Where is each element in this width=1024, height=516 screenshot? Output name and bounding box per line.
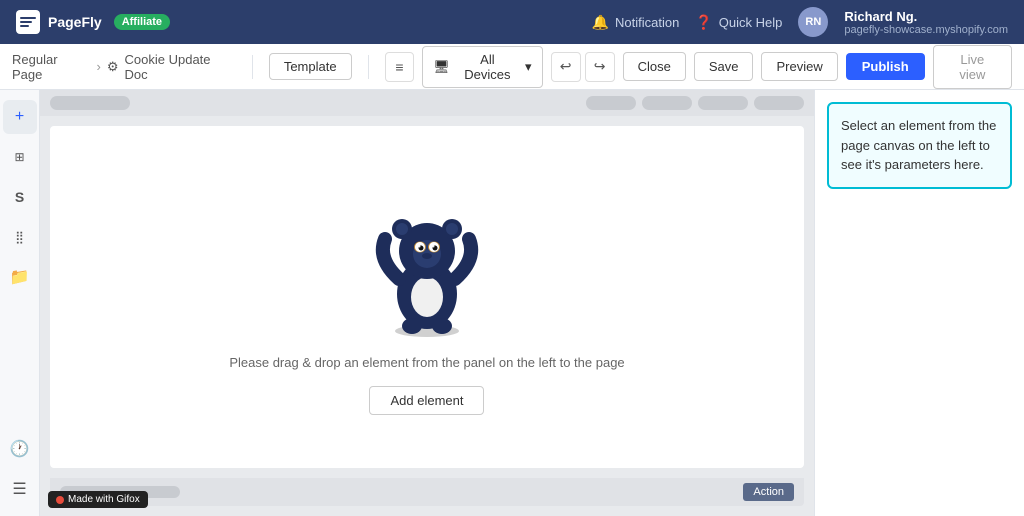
left-sidebar: + ⊞ S ⣿ 📁 🕐 ☰ xyxy=(0,90,40,516)
bell-icon: 🔔 xyxy=(592,14,609,31)
sidebar-item-apps[interactable]: ⣿ xyxy=(3,220,37,254)
redo-button[interactable]: ↪ xyxy=(585,52,615,82)
breadcrumb-separator: › xyxy=(97,59,101,74)
gifox-dot xyxy=(56,496,64,504)
canvas-content: Please drag & drop an element from the p… xyxy=(50,126,804,468)
nav-right: 🔔 Notification ❓ Quick Help RN Richard N… xyxy=(592,7,1008,37)
empty-state: Please drag & drop an element from the p… xyxy=(229,179,624,415)
sidebar-item-folder[interactable]: 📁 xyxy=(3,260,37,294)
close-button[interactable]: Close xyxy=(623,52,686,81)
right-panel: Select an element from the page canvas o… xyxy=(814,90,1024,516)
footer-action-button[interactable]: Action xyxy=(743,483,794,501)
logo[interactable]: PageFly xyxy=(16,10,102,34)
chevron-down-icon: ▾ xyxy=(525,59,532,75)
info-text: Select an element from the page canvas o… xyxy=(841,116,998,175)
sidebar-item-list[interactable]: ☰ xyxy=(3,472,37,506)
info-box: Select an element from the page canvas o… xyxy=(827,102,1012,189)
user-info: Richard Ng. pagefly-showcase.myshopify.c… xyxy=(844,9,1008,36)
preview-button[interactable]: Preview xyxy=(761,52,837,81)
undo-icon: ↩ xyxy=(560,58,572,75)
canvas-pill-4 xyxy=(698,96,748,110)
align-icon-btn[interactable]: ≡ xyxy=(385,52,415,82)
folder-icon: 📁 xyxy=(10,267,30,287)
toolbar: Regular Page › ⚙ Cookie Update Doc Templ… xyxy=(0,44,1024,90)
sidebar-bottom: 🕐 ☰ xyxy=(3,432,37,506)
gear-icon: ⚙ xyxy=(107,59,119,75)
breadcrumb-page[interactable]: Regular Page xyxy=(12,52,91,82)
add-element-button[interactable]: Add element xyxy=(369,386,484,415)
main-area: + ⊞ S ⣿ 📁 🕐 ☰ xyxy=(0,90,1024,516)
history-icon: 🕐 xyxy=(10,439,30,459)
logo-text: PageFly xyxy=(48,14,102,30)
sidebar-item-add[interactable]: + xyxy=(3,100,37,134)
notification-btn[interactable]: 🔔 Notification xyxy=(592,14,680,31)
sidebar-item-grid[interactable]: ⊞ xyxy=(3,140,37,174)
canvas-footer: Action xyxy=(50,478,804,506)
undo-button[interactable]: ↩ xyxy=(551,52,581,82)
canvas-pill-5 xyxy=(754,96,804,110)
drop-text: Please drag & drop an element from the p… xyxy=(229,355,624,370)
grid-icon: ⊞ xyxy=(14,150,24,164)
canvas-pill-2 xyxy=(586,96,636,110)
affiliate-badge: Affiliate xyxy=(114,14,170,30)
top-navigation: PageFly Affiliate 🔔 Notification ❓ Quick… xyxy=(0,0,1024,44)
align-icon: ≡ xyxy=(395,59,403,75)
publish-button[interactable]: Publish xyxy=(846,53,925,80)
question-icon: ❓ xyxy=(695,14,712,31)
avatar[interactable]: RN xyxy=(798,7,828,37)
quick-help-btn[interactable]: ❓ Quick Help xyxy=(695,14,782,31)
sidebar-item-shopify[interactable]: S xyxy=(3,180,37,214)
gifox-badge: Made with Gifox xyxy=(48,491,148,508)
template-button[interactable]: Template xyxy=(269,53,352,80)
toolbar-right: Close Save Preview Publish Live view xyxy=(623,45,1012,89)
live-preview-button[interactable]: Live view xyxy=(933,45,1012,89)
redo-icon: ↪ xyxy=(594,58,606,75)
sidebar-item-history[interactable]: 🕐 xyxy=(3,432,37,466)
shopify-icon: S xyxy=(15,189,24,205)
list-icon: ☰ xyxy=(12,479,26,499)
monitor-icon: 🖥 xyxy=(433,59,450,75)
bear-illustration xyxy=(367,179,487,339)
canvas-pill-3 xyxy=(642,96,692,110)
plus-icon: + xyxy=(15,108,24,126)
toolbar-separator-1 xyxy=(252,55,253,79)
all-devices-button[interactable]: 🖥 All Devices ▾ xyxy=(422,46,542,88)
save-button[interactable]: Save xyxy=(694,52,754,81)
breadcrumb: Regular Page › ⚙ Cookie Update Doc xyxy=(12,52,236,82)
toolbar-separator-2 xyxy=(368,55,369,79)
canvas-header xyxy=(40,90,814,116)
canvas-pill-1 xyxy=(50,96,130,110)
canvas-right-pills xyxy=(586,96,804,110)
canvas-area: Please drag & drop an element from the p… xyxy=(40,90,814,516)
breadcrumb-doc[interactable]: Cookie Update Doc xyxy=(125,52,236,82)
apps-icon: ⣿ xyxy=(15,230,24,244)
undo-redo-group: ↩ ↪ xyxy=(551,52,615,82)
